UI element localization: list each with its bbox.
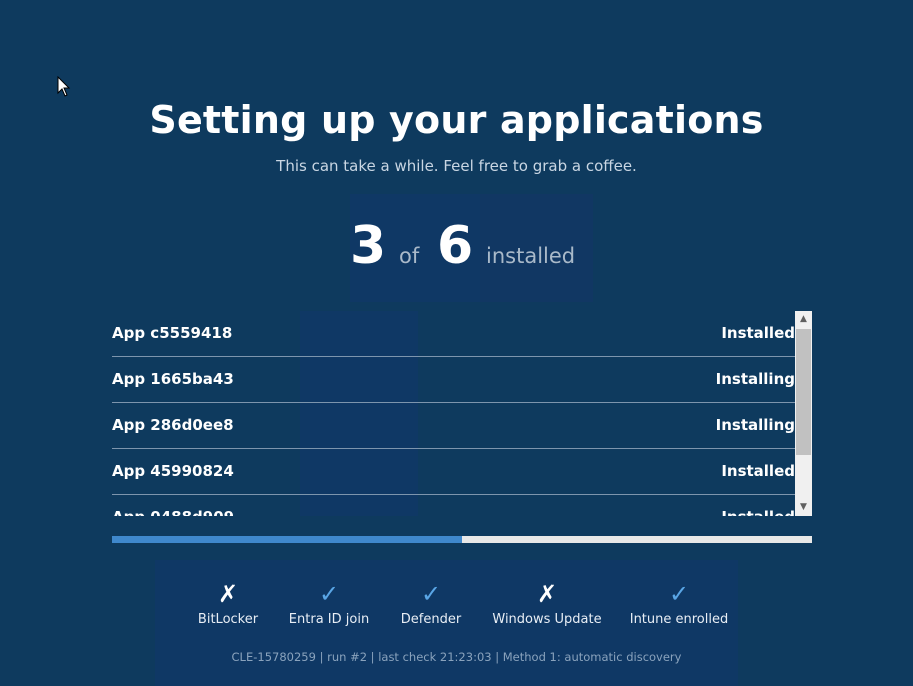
page-title: Setting up your applications [149, 98, 764, 142]
app-name: App 286d0ee8 [112, 416, 234, 434]
total-count: 6 [437, 216, 474, 276]
app-status: Installing [715, 416, 795, 434]
installed-label: installed [486, 244, 576, 268]
install-progress-bar [112, 536, 812, 543]
page-subtitle: This can take a while. Feel free to grab… [276, 157, 637, 175]
cross-icon: ✗ [536, 580, 558, 608]
check-windows-update: ✗ Windows Update [477, 580, 617, 627]
scroll-down-arrow-icon[interactable]: ▼ [795, 499, 812, 516]
list-item: App 45990824 Installed [112, 449, 795, 495]
app-list-content: App c5559418 Installed App 1665ba43 Inst… [112, 311, 795, 516]
app-name: App c5559418 [112, 324, 233, 342]
install-progress-fill [112, 536, 462, 543]
setup-screen: Setting up your applications This can ta… [0, 0, 913, 686]
check-intune-enrolled: ✓ Intune enrolled [609, 580, 749, 627]
scroll-up-arrow-icon[interactable]: ▲ [795, 311, 812, 328]
list-item: App c5559418 Installed [112, 311, 795, 357]
mouse-cursor-icon [57, 76, 71, 97]
check-label: Windows Update [492, 612, 602, 627]
check-label: Intune enrolled [629, 612, 729, 627]
list-scrollbar[interactable]: ▲ ▼ [795, 311, 812, 516]
app-status: Installed [721, 508, 795, 516]
list-item: App 0488d909 Installed [112, 495, 795, 516]
app-name: App 0488d909 [112, 508, 234, 516]
app-list[interactable]: App c5559418 Installed App 1665ba43 Inst… [112, 311, 812, 516]
app-name: App 45990824 [112, 462, 234, 480]
list-item: App 286d0ee8 Installing [112, 403, 795, 449]
status-line: CLE-15780259 | run #2 | last check 21:23… [231, 650, 682, 664]
app-status: Installing [715, 370, 795, 388]
app-status: Installed [721, 324, 795, 342]
app-name: App 1665ba43 [112, 370, 234, 388]
scrollbar-thumb[interactable] [796, 329, 811, 455]
of-label: of [399, 244, 420, 268]
checkmark-icon: ✓ [668, 580, 690, 608]
installed-count: 3 [350, 216, 387, 276]
app-status: Installed [721, 462, 795, 480]
list-item: App 1665ba43 Installing [112, 357, 795, 403]
